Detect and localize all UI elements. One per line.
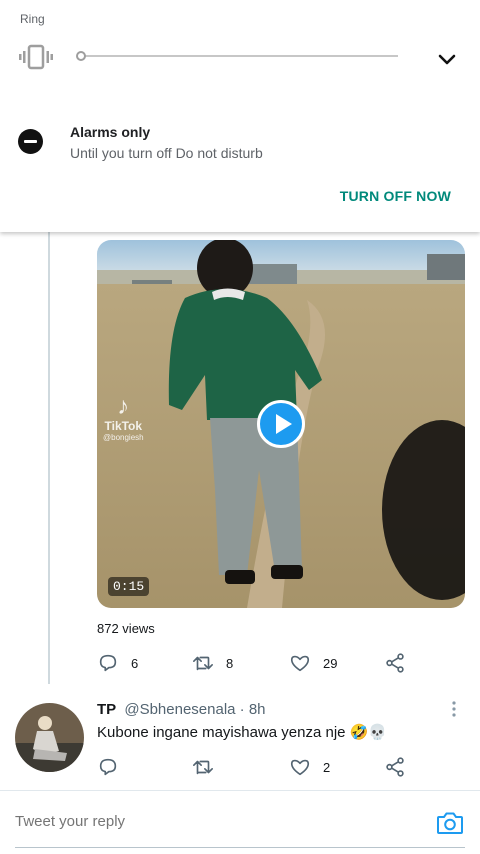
ring-volume-slider[interactable]: [80, 55, 398, 57]
retweet-button[interactable]: 8: [192, 651, 233, 675]
vibrate-icon[interactable]: [19, 44, 53, 70]
tiktok-watermark-handle: @bongiesh: [103, 433, 144, 442]
tiktok-watermark: ♪ TikTok @bongiesh: [103, 393, 144, 443]
retweet-count: 8: [226, 655, 234, 671]
tweet-text: Kubone ingane mayishawa yenza nje 🤣💀: [97, 724, 388, 741]
reply-count: 6: [131, 655, 139, 671]
like-button[interactable]: 2: [289, 755, 330, 779]
share-icon: [386, 757, 404, 777]
dnd-mode-subtitle: Until you turn off Do not disturb: [70, 145, 263, 161]
author-handle[interactable]: @Sbhenesenala: [124, 701, 235, 718]
tweet-timestamp: · 8h: [239, 701, 266, 718]
play-icon[interactable]: [257, 400, 305, 448]
ring-volume-knob[interactable]: [76, 51, 86, 61]
volume-panel: Ring Alarms only Until you turn off Do n…: [0, 0, 480, 232]
tiktok-watermark-text: TikTok: [104, 419, 143, 433]
like-count: 2: [323, 759, 331, 775]
share-icon: [386, 653, 404, 673]
reply-input-underline: [15, 847, 465, 848]
camera-icon[interactable]: [436, 810, 464, 836]
share-button[interactable]: [384, 651, 406, 675]
tweet-action-bar: 6 8 29: [97, 651, 417, 675]
avatar[interactable]: [15, 703, 84, 772]
reply-icon: [99, 654, 117, 672]
reply-button[interactable]: 6: [97, 651, 138, 675]
retweet-button[interactable]: [192, 755, 226, 779]
more-icon[interactable]: [447, 700, 461, 718]
like-icon: [290, 655, 310, 672]
share-button[interactable]: [384, 755, 406, 779]
turn-off-dnd-button[interactable]: TURN OFF NOW: [340, 188, 451, 204]
reply-icon: [99, 758, 117, 776]
like-count: 29: [323, 655, 338, 671]
view-count: 872 views: [97, 621, 155, 636]
like-button[interactable]: 29: [289, 651, 337, 675]
tiktok-logo-icon: ♪: [117, 393, 130, 420]
reply-composer: [0, 790, 480, 850]
reply-button[interactable]: [97, 755, 131, 779]
ring-label: Ring: [20, 12, 45, 26]
reply-input[interactable]: [15, 813, 395, 830]
retweet-icon: [193, 656, 213, 671]
tweet-header: TP @Sbhenesenala · 8h: [97, 701, 266, 718]
thread-connector-line: [48, 232, 50, 684]
dnd-icon: [18, 129, 43, 154]
chevron-down-icon[interactable]: [434, 46, 460, 72]
tweet-action-bar: 2: [97, 755, 417, 779]
like-icon: [290, 759, 310, 776]
author-name[interactable]: TP: [97, 701, 116, 718]
video-duration: 0:15: [108, 577, 150, 596]
dnd-mode-title: Alarms only: [70, 124, 151, 140]
video-player[interactable]: ♪ TikTok @bongiesh 0:15: [97, 240, 465, 608]
retweet-icon: [193, 760, 213, 775]
